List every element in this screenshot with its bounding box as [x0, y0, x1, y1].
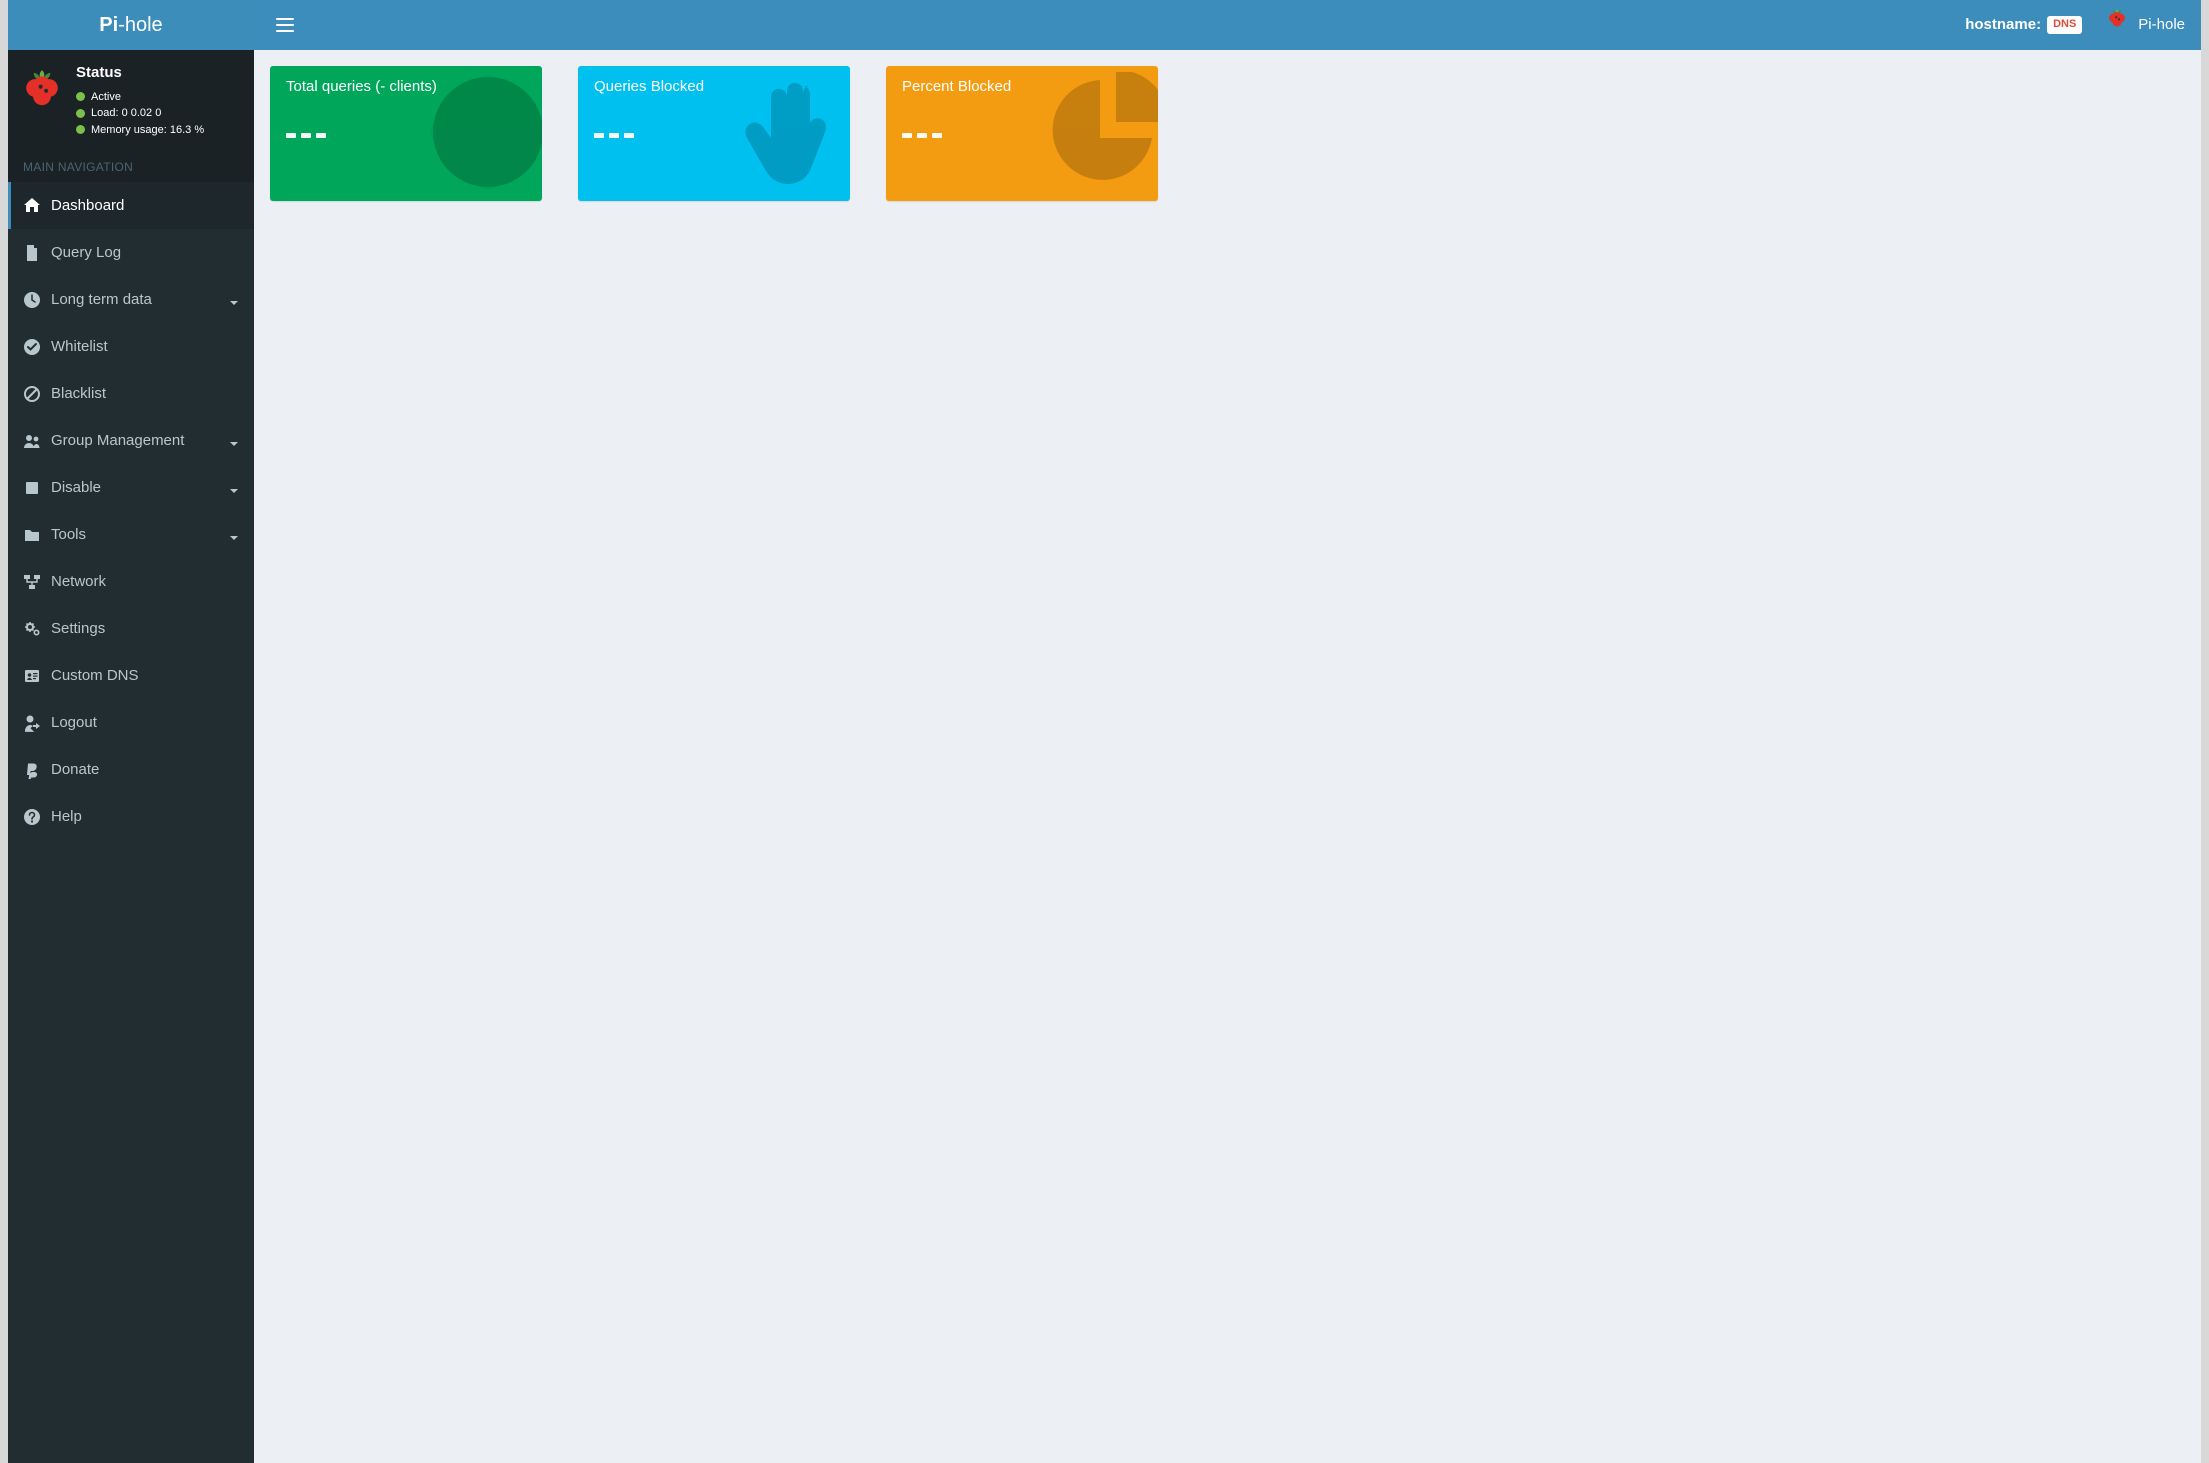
sidebar-item-label: Settings [51, 620, 239, 637]
sidebar-item-blacklist[interactable]: Blacklist [8, 370, 254, 417]
file-icon [23, 244, 41, 262]
status-title: Status [76, 62, 204, 85]
status-dot-icon [76, 92, 85, 101]
nav-section-header: MAIN NAVIGATION [8, 148, 254, 182]
sidebar-item-label: Tools [51, 526, 219, 543]
content: Total queries (- clients) Queries Blocked… [254, 50, 2201, 1463]
chevron-down-icon [229, 483, 239, 493]
sidebar-item-label: Custom DNS [51, 667, 239, 684]
status-active: Active [76, 89, 204, 106]
stat-title: Queries Blocked [594, 78, 834, 95]
sidebar-item-label: Help [51, 808, 239, 825]
stat-value [286, 125, 526, 143]
sidebar-item-donate[interactable]: Donate [8, 746, 254, 793]
sidebar-item-group-management[interactable]: Group Management [8, 417, 254, 464]
status-memory: Memory usage: 16.3 % [76, 122, 204, 139]
sidebar-item-label: Long term data [51, 291, 219, 308]
stat-box-total-queries-clients[interactable]: Total queries (- clients) [270, 66, 542, 201]
pihole-logo-icon [20, 62, 64, 110]
stat-title: Total queries (- clients) [286, 78, 526, 95]
stat-box-percent-blocked[interactable]: Percent Blocked [886, 66, 1158, 201]
question-icon [23, 808, 41, 826]
stat-value [902, 125, 1142, 143]
check-icon [23, 338, 41, 356]
sidebar-item-label: Logout [51, 714, 239, 731]
sidebar-item-label: Disable [51, 479, 219, 496]
sidebar-item-help[interactable]: Help [8, 793, 254, 840]
logout-icon [23, 714, 41, 732]
hostname-indicator[interactable]: hostname: DNS [1965, 0, 2082, 50]
dns-badge: DNS [2047, 16, 2082, 33]
sidebar-item-whitelist[interactable]: Whitelist [8, 323, 254, 370]
logo[interactable]: Pi-hole [8, 0, 254, 50]
menu-icon [276, 18, 294, 32]
brand-text: Pi-hole [2138, 0, 2185, 50]
paypal-icon [23, 761, 41, 779]
sidebar-item-label: Whitelist [51, 338, 239, 355]
sidebar-item-network[interactable]: Network [8, 558, 254, 605]
users-icon [23, 432, 41, 450]
status-load: Load: 0 0.02 0 [76, 105, 204, 122]
brand-link[interactable]: Pi-hole [2106, 0, 2185, 50]
hostname-label: hostname: [1965, 0, 2041, 50]
sidebar-item-label: Blacklist [51, 385, 239, 402]
folder-icon [23, 526, 41, 544]
stats-row: Total queries (- clients) Queries Blocked… [270, 66, 2185, 201]
sidebar-item-dashboard[interactable]: Dashboard [8, 182, 254, 229]
sidebar-item-long-term-data[interactable]: Long term data [8, 276, 254, 323]
sidebar-item-label: Dashboard [51, 197, 239, 214]
logo-bold: Pi [99, 14, 118, 36]
sidebar-item-query-log[interactable]: Query Log [8, 229, 254, 276]
sidebar-item-label: Group Management [51, 432, 219, 449]
nav-list: Dashboard Query Log Long term data Whitelis… [8, 182, 254, 840]
chevron-down-icon [229, 530, 239, 540]
logo-rest: -hole [118, 14, 162, 36]
stat-box-queries-blocked[interactable]: Queries Blocked [578, 66, 850, 201]
sidebar-item-logout[interactable]: Logout [8, 699, 254, 746]
address-icon [23, 667, 41, 685]
stat-value [594, 125, 834, 143]
sidebar-item-settings[interactable]: Settings [8, 605, 254, 652]
sidebar-item-custom-dns[interactable]: Custom DNS [8, 652, 254, 699]
clock-icon [23, 291, 41, 309]
sidebar-item-label: Query Log [51, 244, 239, 261]
home-icon [23, 197, 41, 215]
sidebar-item-tools[interactable]: Tools [8, 511, 254, 558]
status-dot-icon [76, 125, 85, 134]
sidebar-item-disable[interactable]: Disable [8, 464, 254, 511]
status-panel: Status Active Load: 0 0.02 0 Memory usag… [8, 50, 254, 148]
status-dot-icon [76, 109, 85, 118]
top-navbar: hostname: DNS Pi-hole [254, 0, 2201, 50]
chevron-down-icon [229, 436, 239, 446]
main-sidebar: Status Active Load: 0 0.02 0 Memory usag… [8, 50, 254, 1463]
stop-icon [23, 479, 41, 497]
main-header: Pi-hole hostname: DNS Pi-hole [8, 0, 2201, 50]
network-icon [23, 573, 41, 591]
pihole-logo-icon [2106, 0, 2128, 50]
sidebar-item-label: Network [51, 573, 239, 590]
chevron-down-icon [229, 295, 239, 305]
stat-title: Percent Blocked [902, 78, 1142, 95]
cogs-icon [23, 620, 41, 638]
sidebar-toggle-button[interactable] [270, 10, 300, 40]
ban-icon [23, 385, 41, 403]
sidebar-item-label: Donate [51, 761, 239, 778]
